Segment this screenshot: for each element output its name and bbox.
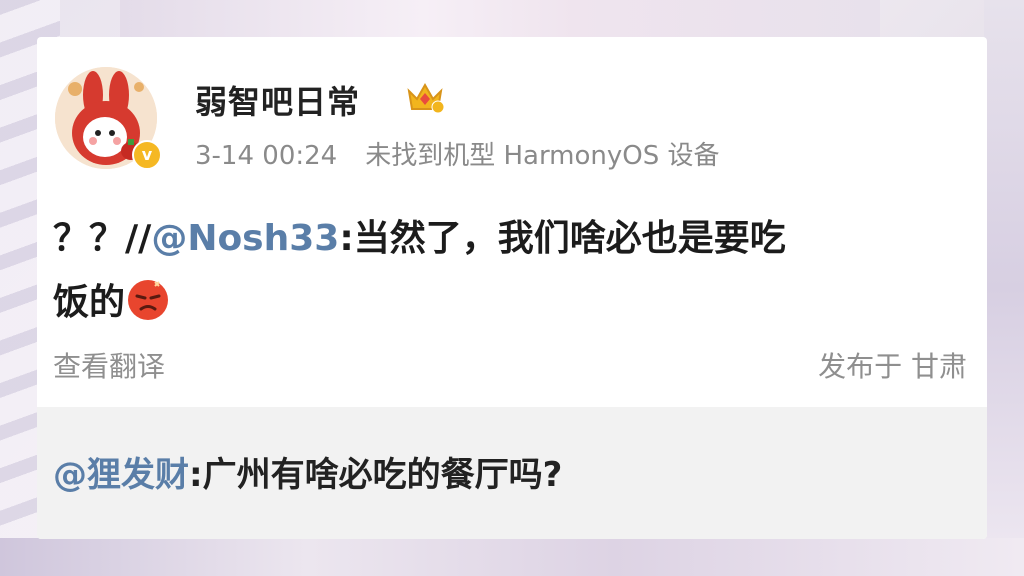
username[interactable]: 弱智吧日常 <box>195 77 360 123</box>
post-meta: 3-14 00:24 未找到机型 HarmonyOS 设备 <box>195 135 720 172</box>
quoted-mention-link[interactable]: @狸发财 <box>53 455 189 495</box>
angry-face-emoji-icon <box>128 280 169 320</box>
background-decoration-bottom <box>0 538 1024 576</box>
post-device: 未找到机型 HarmonyOS 设备 <box>365 141 720 171</box>
quoted-content: 广州有啥必吃的餐厅吗? <box>202 455 563 495</box>
content-line2: 饭的 <box>53 282 126 323</box>
crown-badge-icon <box>405 77 445 117</box>
translate-button[interactable]: 查看翻译 <box>53 345 165 385</box>
background-decoration-top <box>120 0 880 38</box>
background-decoration-right <box>984 0 1024 576</box>
quoted-colon: : <box>189 455 203 495</box>
quoted-post-text: @狸发财:广州有啥必吃的餐厅吗? <box>53 447 562 496</box>
post-card: v 弱智吧日常 3-14 00:24 未找到机型 HarmonyOS 设备 ？？/… <box>37 37 987 539</box>
mention-link[interactable]: @Nosh33 <box>151 218 339 259</box>
post-content: ？？//@Nosh33:当然了，我们啥必也是要吃 饭的 <box>53 207 963 335</box>
content-prefix: ？？// <box>53 218 152 259</box>
verified-badge-icon: v <box>132 140 162 170</box>
post-date: 3-14 00:24 <box>195 141 338 171</box>
post-location: 发布于 甘肃 <box>818 350 967 383</box>
content-colon: : <box>339 218 354 259</box>
content-line1: 当然了，我们啥必也是要吃 <box>353 218 786 259</box>
